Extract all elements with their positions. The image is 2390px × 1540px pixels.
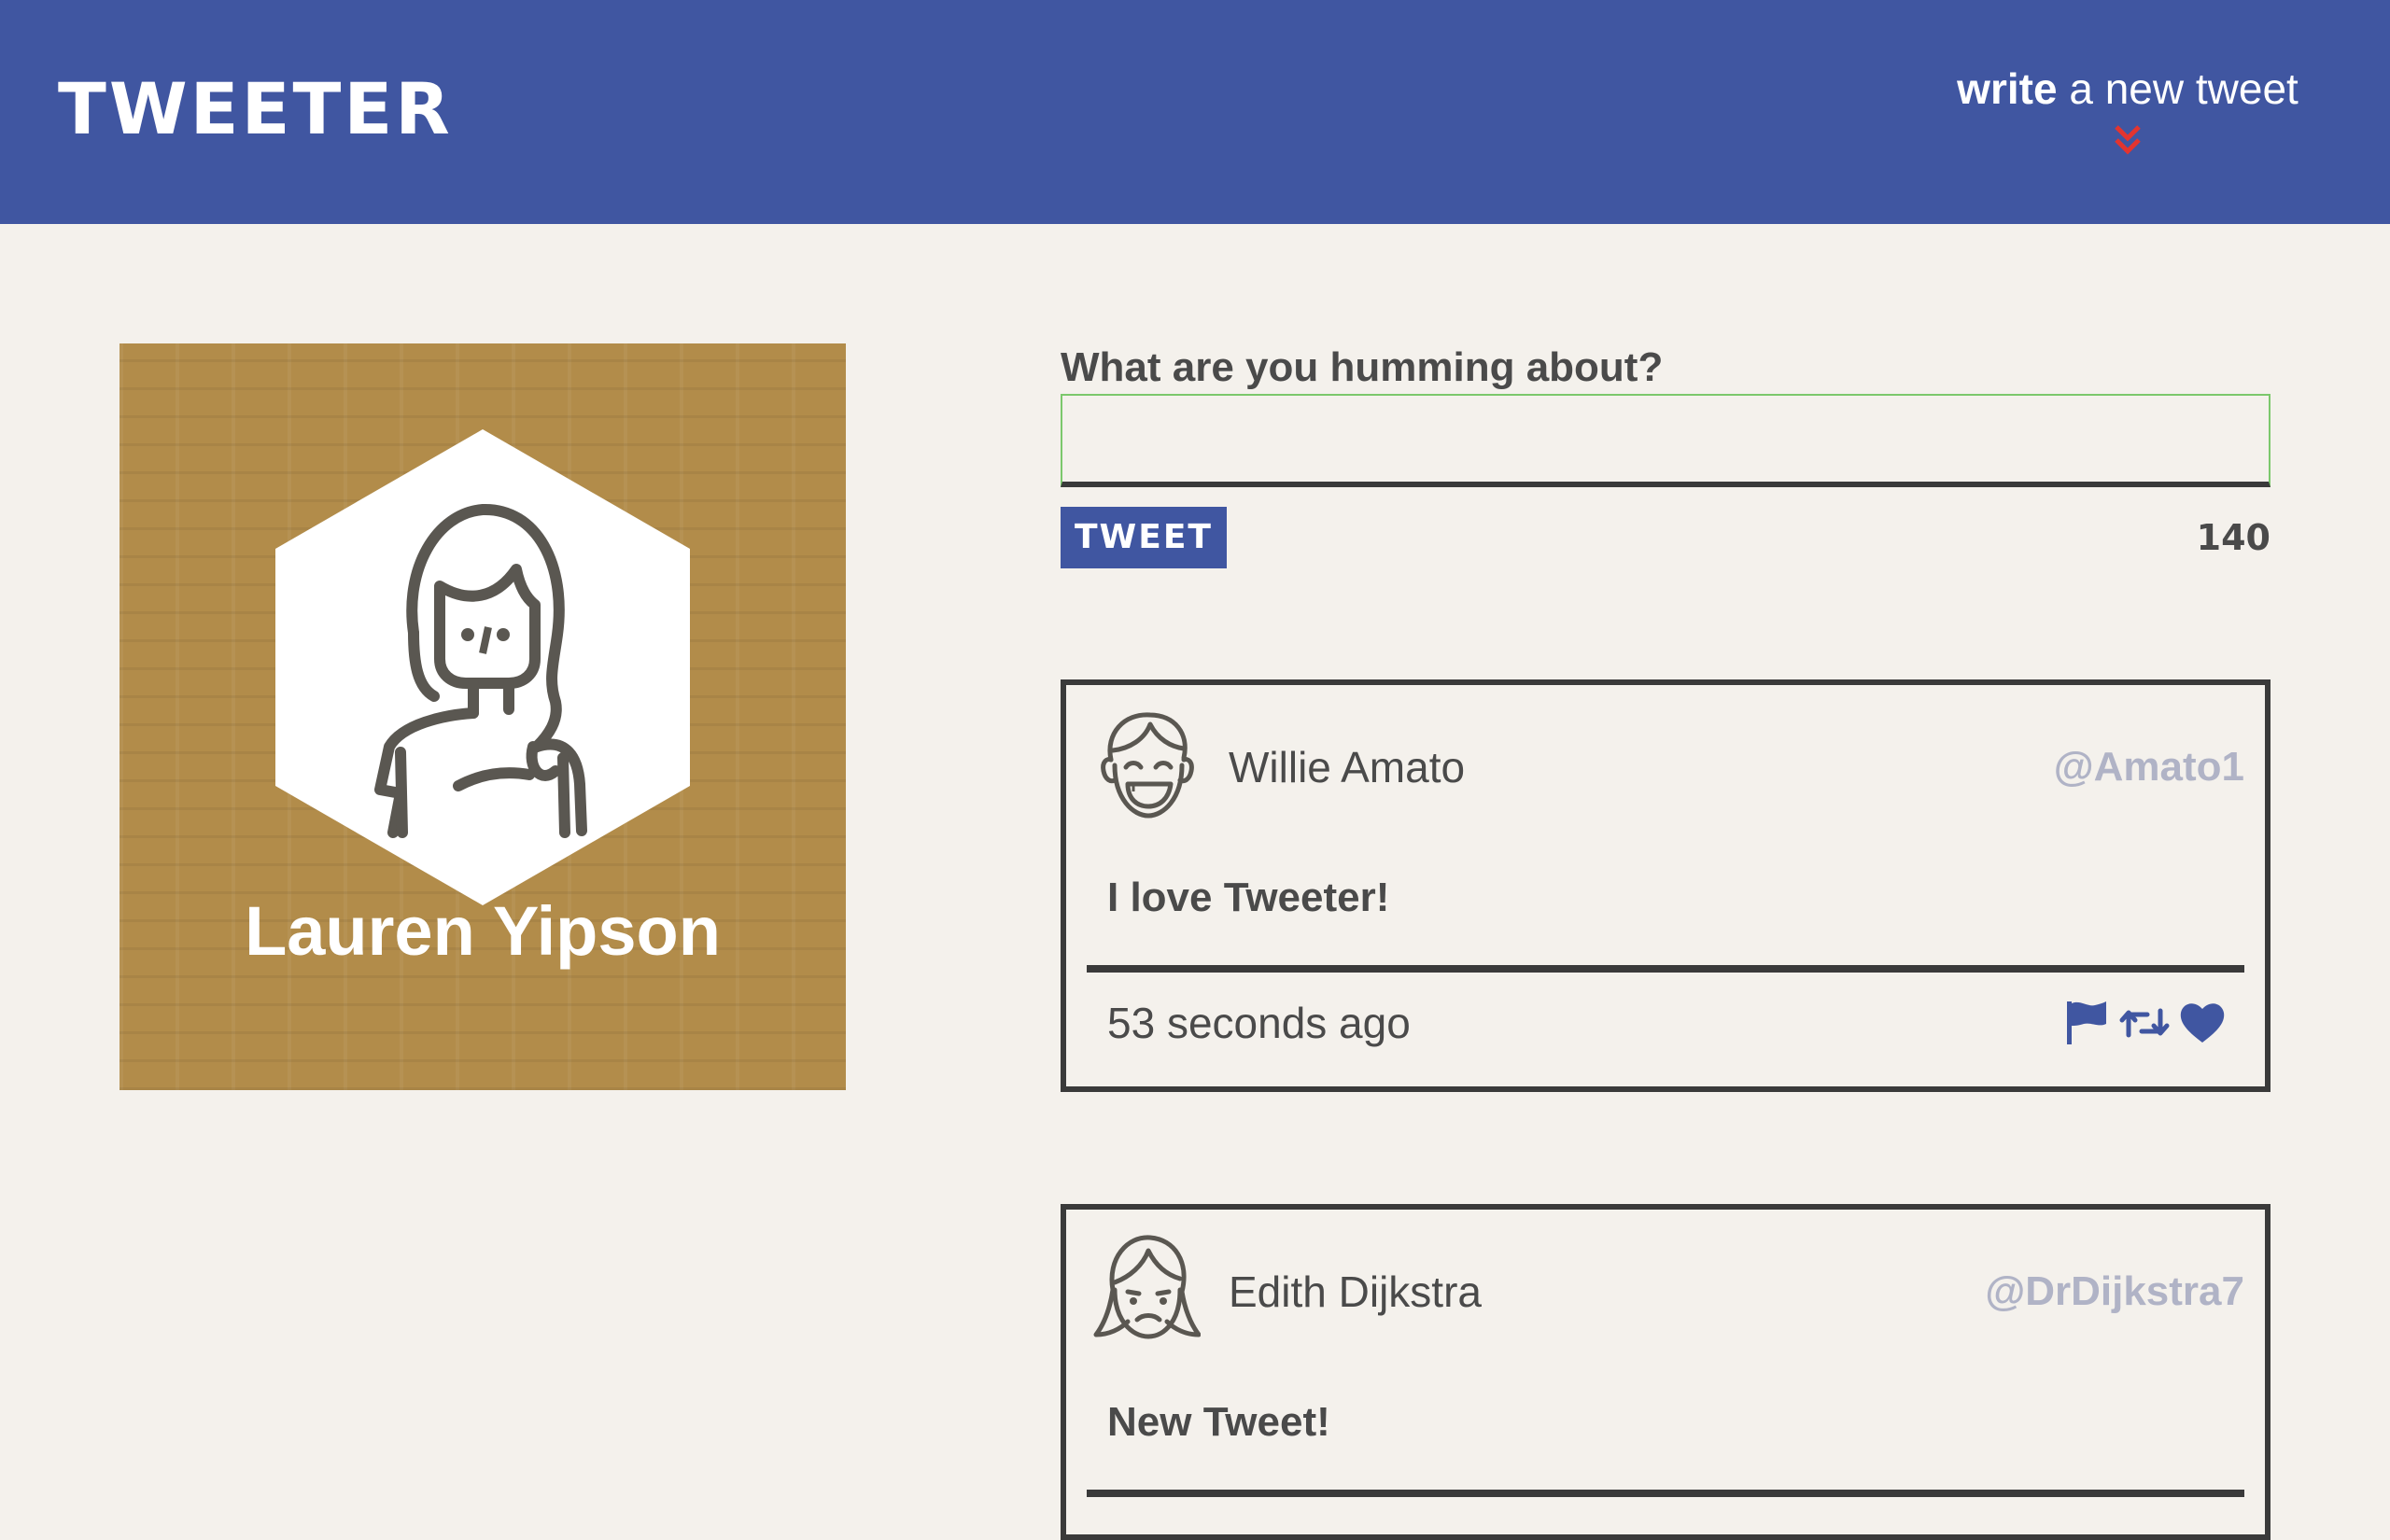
new-tweet-label: a new tweet	[2057, 64, 2299, 113]
heart-icon[interactable]	[2177, 998, 2228, 1048]
character-counter: 140	[2196, 517, 2270, 558]
tweet-text: I love Tweeter!	[1107, 875, 1390, 920]
tweet-timestamp: 53 seconds ago	[1107, 999, 1411, 1047]
compose-label: What are you humming about?	[1061, 344, 1664, 390]
tweet-author-name: Willie Amato	[1229, 743, 1466, 791]
brand-logo: TWEETER	[58, 67, 453, 150]
tweet-author-name: Edith Dijkstra	[1229, 1267, 1482, 1316]
tweet-divider	[1087, 965, 2244, 973]
profile-card: Lauren Yipson	[120, 343, 846, 1090]
woman-avatar-icon	[275, 429, 690, 905]
double-chevron-down-icon[interactable]	[2109, 121, 2146, 159]
write-new-tweet-label[interactable]: write a new tweet	[1922, 58, 2333, 119]
retweet-icon[interactable]	[2119, 998, 2170, 1048]
tweet-card: Edith Dijkstra @DrDijkstra7 New Tweet!	[1061, 1204, 2270, 1540]
tweet-actions	[2061, 997, 2228, 1049]
write-new-tweet-toggle[interactable]: write a new tweet	[1922, 58, 2333, 159]
write-label: write	[1957, 64, 2058, 113]
tweet-text: New Tweet!	[1107, 1399, 1330, 1445]
tweet-card: Willie Amato @Amato1 I love Tweeter! 53 …	[1061, 679, 2270, 1092]
tweet-author-handle: @Amato1	[2053, 744, 2244, 790]
top-nav: TWEETER write a new tweet	[0, 0, 2390, 224]
laughing-man-icon	[1101, 712, 1194, 819]
flag-icon[interactable]	[2061, 998, 2112, 1048]
profile-name: Lauren Yipson	[245, 892, 721, 970]
tweet-divider	[1087, 1490, 2244, 1497]
tweet-submit-button[interactable]: TWEET	[1061, 507, 1227, 568]
tweet-author-handle: @DrDijkstra7	[1985, 1268, 2244, 1314]
sad-woman-icon	[1093, 1235, 1201, 1339]
tweet-text-input[interactable]	[1061, 394, 2270, 487]
